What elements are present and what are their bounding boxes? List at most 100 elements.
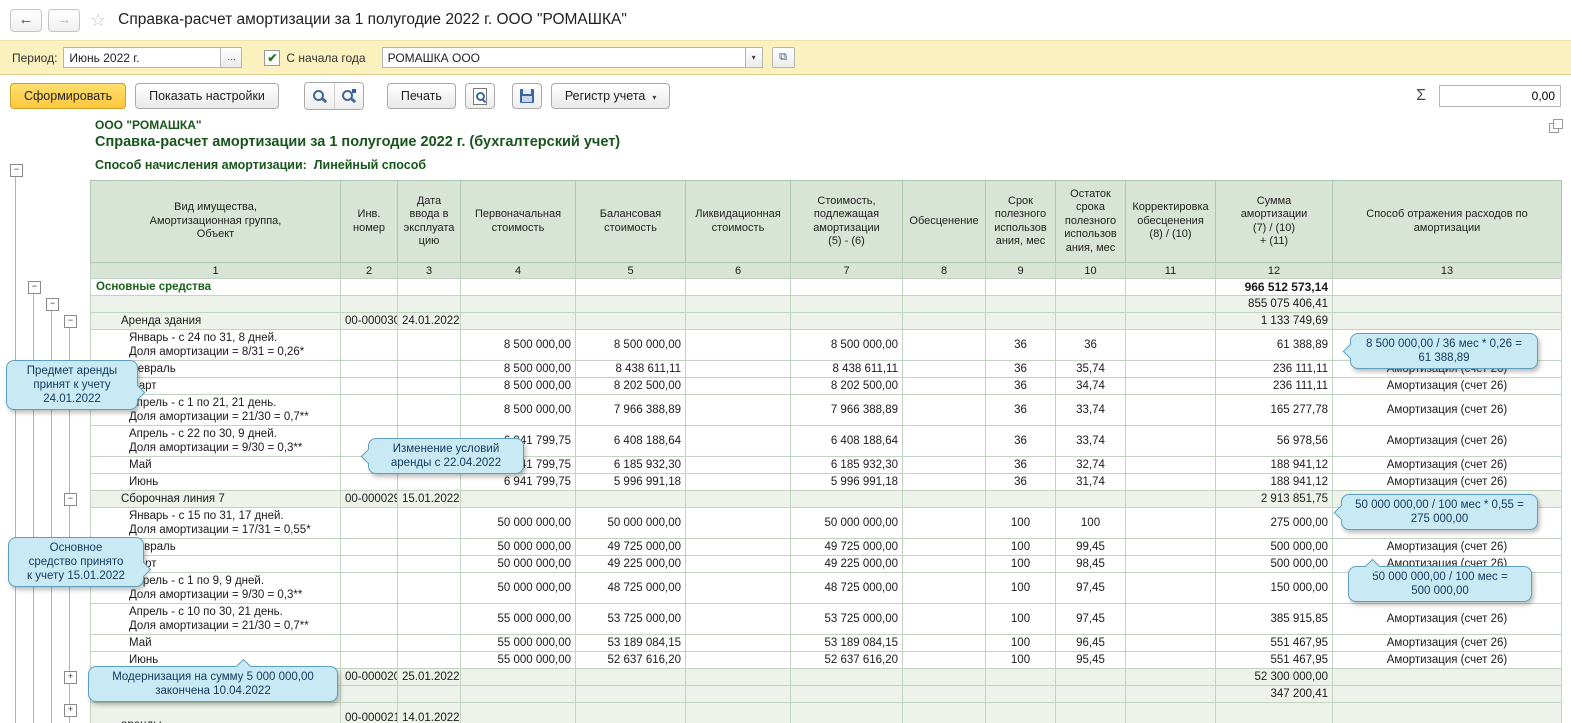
cell[interactable]: 100: [985, 538, 1056, 556]
cell[interactable]: 14.01.2022: [397, 702, 461, 723]
column-header[interactable]: Остаток срока полезного использов ания, …: [1055, 180, 1126, 263]
cell[interactable]: [340, 278, 398, 296]
table-row[interactable]: Апрель - с 10 по 30, 21 день. Доля аморти…: [90, 603, 1562, 635]
cell[interactable]: [575, 685, 686, 703]
table-row[interactable]: Февраль 50 000 000,00 49 725 000,00 49 725 …: [90, 538, 1562, 556]
cell[interactable]: [1125, 394, 1216, 426]
cell[interactable]: Амортизация (счет 26): [1332, 394, 1562, 426]
cell[interactable]: [985, 490, 1056, 508]
cell[interactable]: 100: [985, 555, 1056, 573]
forward-button[interactable]: →: [48, 8, 80, 32]
cell[interactable]: [460, 668, 576, 686]
cell[interactable]: [685, 555, 791, 573]
cell[interactable]: [340, 394, 398, 426]
cell[interactable]: [1055, 278, 1126, 296]
cell[interactable]: 36: [985, 473, 1056, 491]
cell[interactable]: [985, 685, 1056, 703]
cell[interactable]: 55 000 000,00: [460, 603, 576, 635]
cell[interactable]: 99,45: [1055, 538, 1126, 556]
cell[interactable]: [340, 507, 398, 539]
cell[interactable]: 32,74: [1055, 456, 1126, 474]
cell[interactable]: 8 500 000,00: [575, 329, 686, 361]
cell[interactable]: [685, 425, 791, 457]
cell[interactable]: 48 725 000,00: [790, 572, 903, 604]
cell-object[interactable]: Аренда здания: [90, 312, 341, 330]
cell-object[interactable]: Июнь: [90, 651, 341, 669]
cell[interactable]: [1332, 490, 1562, 508]
cell-object[interactable]: [90, 668, 341, 686]
cell[interactable]: [685, 603, 791, 635]
cell[interactable]: 100: [985, 507, 1056, 539]
cell[interactable]: [902, 668, 986, 686]
cell[interactable]: [685, 278, 791, 296]
cell[interactable]: Амортизация (счет 26): [1332, 425, 1562, 457]
cell[interactable]: 100: [985, 634, 1056, 652]
collapse-icon[interactable]: −: [64, 315, 77, 328]
cell[interactable]: [1125, 507, 1216, 539]
cell[interactable]: [397, 473, 461, 491]
cell[interactable]: 55 000 000,00: [460, 634, 576, 652]
cell[interactable]: 8 500 000,00: [790, 329, 903, 361]
cell[interactable]: [902, 702, 986, 723]
column-header[interactable]: Первоначальная стоимость: [460, 180, 576, 263]
cell-object[interactable]: Апрель - с 10 по 30, 21 день. Доля аморти…: [90, 603, 341, 635]
cell[interactable]: 50 000 000,00: [460, 555, 576, 573]
find-button[interactable]: [304, 83, 334, 109]
table-row[interactable]: Май 55 000 000,00 53 189 084,15 53 189 084,…: [90, 634, 1562, 652]
cell[interactable]: 347 200,41: [1215, 685, 1333, 703]
cell[interactable]: 188 941,12: [1215, 456, 1333, 474]
cell[interactable]: [1332, 572, 1562, 604]
cell[interactable]: [790, 490, 903, 508]
table-row[interactable]: 347 200,41: [90, 685, 1562, 703]
cell[interactable]: 52 300 000,00: [1215, 668, 1333, 686]
cell[interactable]: [460, 490, 576, 508]
cell[interactable]: 8 500 000,00: [460, 394, 576, 426]
cell[interactable]: 551 467,95: [1215, 634, 1333, 652]
cell[interactable]: [1125, 490, 1216, 508]
cell[interactable]: [1055, 668, 1126, 686]
cell[interactable]: [1125, 572, 1216, 604]
cell[interactable]: 100: [1055, 507, 1126, 539]
back-button[interactable]: ←: [10, 8, 42, 32]
cell[interactable]: [397, 507, 461, 539]
table-row[interactable]: Июнь 55 000 000,00 52 637 616,20 52 637 616…: [90, 651, 1562, 669]
cell[interactable]: [397, 329, 461, 361]
table-row[interactable]: 855 075 406,41: [90, 295, 1562, 313]
cell-object[interactable]: Январь - с 24 по 31, 8 дней. Доля амортиз…: [90, 329, 341, 361]
expand-icon[interactable]: +: [64, 671, 77, 684]
cell[interactable]: 36: [985, 329, 1056, 361]
cell[interactable]: [685, 456, 791, 474]
table-row[interactable]: Январь - с 24 по 31, 8 дней. Доля амортиз…: [90, 329, 1562, 361]
cell[interactable]: [685, 295, 791, 313]
cell[interactable]: [1125, 668, 1216, 686]
table-row[interactable]: Аренда здания 00-000030 24.01.2022 1 133 74…: [90, 312, 1562, 330]
cell[interactable]: [1125, 377, 1216, 395]
cell[interactable]: [397, 555, 461, 573]
column-header[interactable]: Сумма амортизации (7) / (10) + (11): [1215, 180, 1333, 263]
cell[interactable]: Амортизация (счет 26): [1332, 473, 1562, 491]
cell[interactable]: 00-000020: [340, 668, 398, 686]
cell[interactable]: [397, 425, 461, 457]
report-corner-icon[interactable]: [1549, 119, 1563, 133]
cell[interactable]: [685, 312, 791, 330]
cell[interactable]: [1125, 702, 1216, 723]
cell[interactable]: 49 725 000,00: [575, 538, 686, 556]
cell[interactable]: 96,45: [1055, 634, 1126, 652]
cell-object[interactable]: Февраль: [90, 360, 341, 378]
cell[interactable]: [1125, 295, 1216, 313]
cell[interactable]: Амортизация (счет 26): [1332, 360, 1562, 378]
organization-dropdown-button[interactable]: ▾: [744, 47, 763, 68]
cell[interactable]: [340, 456, 398, 474]
cell-object[interactable]: Апрель - с 1 по 21, 21 день. Доля амортиз…: [90, 394, 341, 426]
cell[interactable]: 49 225 000,00: [790, 555, 903, 573]
cell[interactable]: 50 000 000,00: [460, 538, 576, 556]
cell[interactable]: 36: [1055, 329, 1126, 361]
cell[interactable]: [685, 360, 791, 378]
cell[interactable]: [685, 394, 791, 426]
organization-input[interactable]: [381, 47, 746, 68]
column-header[interactable]: Срок полезного использов ания, мес: [985, 180, 1056, 263]
cell[interactable]: [1332, 507, 1562, 539]
cell[interactable]: [1055, 702, 1126, 723]
table-row[interactable]: Март 8 500 000,00 8 202 500,00 8 202 500,00…: [90, 377, 1562, 395]
cell[interactable]: [685, 507, 791, 539]
